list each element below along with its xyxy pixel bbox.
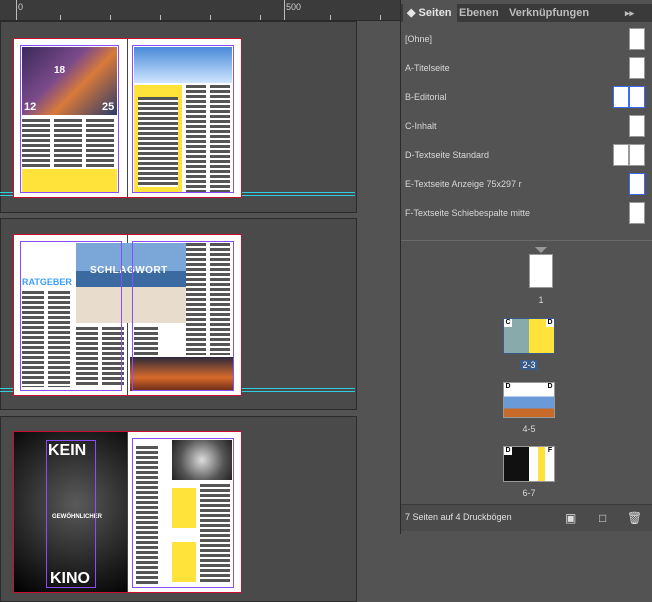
pages-panel[interactable]: ◆ Seiten Ebenen Verknüpfungen ▸▸ [Ohne] …	[400, 0, 652, 534]
master-badge: C	[504, 319, 512, 327]
master-thumb	[629, 28, 645, 50]
master-item[interactable]: [Ohne]	[401, 26, 652, 54]
margin-frame	[46, 440, 96, 588]
tab-verknuepfungen[interactable]: Verknüpfungen	[509, 4, 603, 22]
panel-tabs: ◆ Seiten Ebenen Verknüpfungen ▸▸	[401, 4, 652, 22]
ruler-tick	[330, 15, 331, 20]
master-item[interactable]: E-Textseite Anzeige 75x297 r	[401, 171, 652, 199]
edit-page-size-icon[interactable]: ▣	[565, 511, 576, 525]
spread-4-5[interactable]: SCHLAGWORT RATGEBER	[13, 234, 242, 396]
spread-6-7[interactable]: KEIN GEWÖHNLICHER KINO	[13, 431, 242, 593]
margin-frame	[132, 438, 234, 588]
master-badge: F	[546, 447, 554, 455]
ruler-tick	[160, 15, 161, 20]
tab-seiten[interactable]: ◆ Seiten	[403, 4, 457, 22]
master-thumb	[629, 115, 645, 137]
ruler-tick	[16, 0, 17, 20]
spine	[127, 39, 128, 197]
trash-icon[interactable]: 🗑	[627, 511, 642, 525]
master-label: [Ohne]	[405, 34, 433, 44]
master-thumb	[629, 173, 645, 195]
master-thumb	[629, 144, 645, 166]
panel-footer: 7 Seiten auf 4 Druckbögen ▣ □ 🗑	[401, 504, 652, 531]
margin-frame	[20, 45, 119, 193]
panel-menu-icon[interactable]: ▸▸	[625, 4, 641, 22]
margin-frame	[132, 45, 234, 193]
master-item[interactable]: D-Textseite Standard	[401, 142, 652, 170]
ruler-tick	[284, 0, 285, 20]
ruler-tick	[260, 15, 261, 20]
master-thumb	[613, 86, 629, 108]
ruler-tick	[380, 15, 381, 20]
spread-2-3[interactable]: 18 12 25	[13, 38, 242, 198]
ruler-tick	[60, 15, 61, 20]
master-item[interactable]: A-Titelseite	[401, 55, 652, 83]
master-label: C-Inhalt	[405, 121, 437, 131]
tab-label: Seiten	[418, 7, 452, 19]
master-thumb	[629, 86, 645, 108]
master-thumb	[613, 144, 629, 166]
panel-divider[interactable]	[401, 240, 652, 241]
margin-frame	[132, 241, 234, 391]
master-label: E-Textseite Anzeige 75x297 r	[405, 179, 522, 189]
master-thumb	[629, 57, 645, 79]
page-label: 6-7	[522, 488, 536, 498]
document-canvas[interactable]: 18 12 25 SCHLAGWORT RATGEBER KEIN GEWÖHN…	[0, 21, 400, 602]
master-item[interactable]: B-Editorial	[401, 84, 652, 112]
page-label-selected: 2-3	[520, 360, 538, 370]
ruler-label-0: 0	[18, 2, 24, 12]
page-thumb-1[interactable]	[529, 254, 553, 288]
master-item[interactable]: C-Inhalt	[401, 113, 652, 141]
ruler-tick	[210, 15, 211, 20]
page-label: 1	[538, 295, 544, 305]
master-thumb	[629, 202, 645, 224]
master-label: B-Editorial	[405, 92, 447, 102]
master-badge: D	[546, 319, 554, 327]
master-badge: D	[504, 383, 512, 391]
margin-frame	[20, 241, 122, 391]
master-label: D-Textseite Standard	[405, 150, 490, 160]
page-label: 4-5	[522, 424, 536, 434]
ruler-label-500: 500	[286, 2, 302, 12]
master-label: A-Titelseite	[405, 63, 450, 73]
new-page-icon[interactable]: □	[599, 511, 606, 525]
ruler-tick	[110, 15, 111, 20]
master-arrow-icon	[535, 247, 547, 253]
master-badge: D	[504, 447, 512, 455]
master-badge: D	[546, 383, 554, 391]
master-label: F-Textseite Schiebespalte mitte	[405, 208, 531, 218]
page-count-status: 7 Seiten auf 4 Druckbögen	[405, 512, 512, 522]
tab-ebenen[interactable]: Ebenen	[459, 4, 503, 22]
master-item[interactable]: F-Textseite Schiebespalte mitte	[401, 200, 652, 228]
spine	[127, 432, 128, 592]
